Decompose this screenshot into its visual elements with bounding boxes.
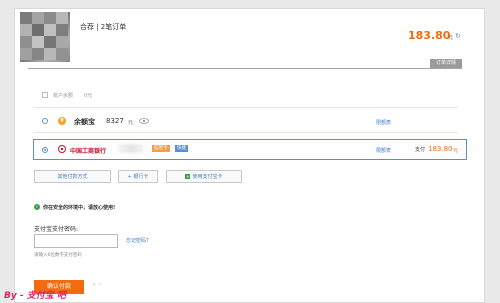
- card-number-blurred: [118, 144, 144, 153]
- balance-value: 0元: [84, 93, 93, 99]
- yuebao-unit: 元: [128, 120, 134, 126]
- eye-icon[interactable]: [139, 118, 149, 124]
- yuebao-amount: 8327: [106, 117, 124, 125]
- bank-name: 中国工商银行: [70, 148, 107, 155]
- balance-label: 账户余额: [53, 93, 74, 99]
- password-label: 支付宝支付密码:: [34, 226, 79, 233]
- pay-unit: 元: [453, 148, 459, 154]
- order-detail-tab[interactable]: 订单详情: [430, 59, 462, 68]
- row-divider: [34, 132, 458, 133]
- security-message: 你在安全的环境中，请放心使用!: [43, 205, 116, 211]
- yuebao-icon: ¥: [58, 117, 66, 125]
- card-limit-link[interactable]: 限额表: [376, 147, 391, 154]
- yuebao-name: 余额宝: [74, 118, 95, 126]
- credit-card-tag: 信用卡: [152, 145, 170, 152]
- refresh-icon[interactable]: ↻: [455, 32, 463, 40]
- bank-card-radio[interactable]: [42, 147, 48, 153]
- other-methods-button[interactable]: 其他付款方式: [34, 170, 111, 183]
- watermark: By - 支付宝 吧: [4, 291, 66, 301]
- merchant-avatar: [20, 12, 70, 62]
- add-bank-card-button[interactable]: + 银行卡: [118, 170, 158, 183]
- use-card-payment-label: 使用支付宝卡: [192, 174, 223, 180]
- password-input[interactable]: [34, 234, 118, 248]
- pay-label: 支付: [415, 147, 426, 153]
- password-hint: 请输入6位数字支付密码: [34, 253, 82, 258]
- balance-checkbox[interactable]: [42, 92, 48, 98]
- merchant-name: 合荐 | 2笔订单: [80, 23, 127, 31]
- amount-unit: 元: [448, 35, 454, 41]
- sparkle-decoration: ✦ ✧: [92, 282, 102, 288]
- icbc-logo-icon: [58, 145, 66, 153]
- yuebao-limit-link[interactable]: 限额表: [376, 119, 391, 126]
- header-divider: [28, 68, 462, 69]
- pay-amount: 183.80: [428, 145, 453, 153]
- row-divider: [34, 107, 458, 108]
- quick-pay-tag: 快捷: [175, 145, 188, 152]
- order-amount: 183.80: [408, 29, 451, 42]
- shield-check-icon: ✓: [34, 204, 40, 210]
- forgot-password-link[interactable]: 忘记密码?: [126, 237, 149, 244]
- use-card-payment-button[interactable]: + 使用支付宝卡: [166, 170, 242, 183]
- yuebao-radio[interactable]: [42, 118, 48, 124]
- plus-icon: +: [185, 174, 191, 179]
